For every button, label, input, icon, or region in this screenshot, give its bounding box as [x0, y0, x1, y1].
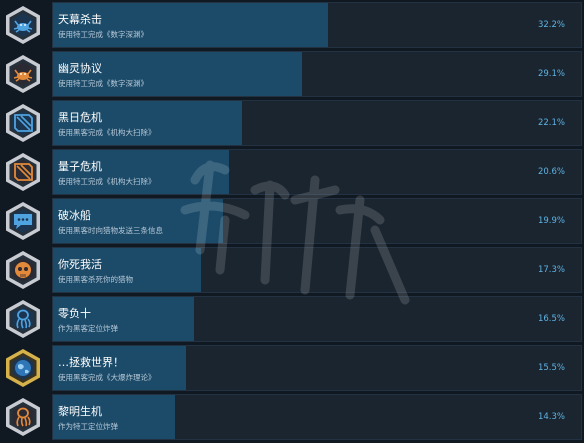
unlock-percentage: 15.5%: [537, 363, 565, 373]
unlock-percentage: 22.1%: [537, 118, 565, 128]
achievement-list: 天幕杀击 使用特工完成《数字深渊》 32.2% 幽灵协议 使用特工完成《数字深渊…: [0, 0, 584, 443]
achievement-icon-frame: [3, 5, 43, 45]
achievement-panel: 量子危机 使用特工完成《机构大扫除》 20.6%: [52, 149, 582, 195]
octopus-icon: [6, 300, 40, 338]
crab-icon: [6, 6, 40, 44]
achievement-panel: 零负十 作为黑客定位炸弹 16.5%: [52, 296, 582, 342]
achievement-icon-frame: [3, 54, 43, 94]
folded-flag-icon: [6, 104, 40, 142]
achievement-title: 天幕杀击: [58, 13, 102, 26]
achievement-icon-frame: [3, 103, 43, 143]
octopus-orange-icon: [6, 398, 40, 436]
achievement-title: 你死我活: [58, 258, 102, 271]
achievement-description: 作为特工定位炸弹: [58, 422, 118, 431]
achievement-panel: 你死我活 使用黑客杀死你的猎物 17.3%: [52, 247, 582, 293]
unlock-percentage: 20.6%: [537, 167, 565, 177]
achievement-icon-frame: [3, 299, 43, 339]
achievement-icon-frame: [3, 201, 43, 241]
achievement-title: 黑日危机: [58, 111, 102, 124]
achievement-panel: 天幕杀击 使用特工完成《数字深渊》 32.2%: [52, 2, 582, 48]
achievement-description: 使用特工完成《数字深渊》: [58, 79, 148, 88]
achievement-title: 幽灵协议: [58, 62, 102, 75]
achievement-icon-frame: [3, 152, 43, 192]
achievement-row[interactable]: 量子危机 使用特工完成《机构大扫除》 20.6%: [0, 149, 584, 195]
achievement-title: …拯救世界！: [58, 356, 124, 369]
crab-orange-icon: [6, 55, 40, 93]
folded-flag-orange-icon: [6, 153, 40, 191]
globe-icon: [6, 349, 40, 387]
unlock-percentage: 32.2%: [537, 20, 565, 30]
achievement-icon-frame: [3, 348, 43, 388]
unlock-percentage: 19.9%: [537, 216, 565, 226]
achievement-row[interactable]: …拯救世界！ 使用黑客完成《大爆炸理论》 15.5%: [0, 345, 584, 391]
achievement-row[interactable]: 天幕杀击 使用特工完成《数字深渊》 32.2%: [0, 2, 584, 48]
achievement-row[interactable]: 破冰船 使用黑客时向猎物发送三条信息 19.9%: [0, 198, 584, 244]
achievement-row[interactable]: 黎明生机 作为特工定位炸弹 14.3%: [0, 394, 584, 440]
achievement-description: 使用黑客时向猎物发送三条信息: [58, 226, 163, 235]
chat-bubble-icon: [6, 202, 40, 240]
skull-icon: [6, 251, 40, 289]
achievement-panel: 黑日危机 使用黑客完成《机构大扫除》 22.1%: [52, 100, 582, 146]
achievement-panel: 破冰船 使用黑客时向猎物发送三条信息 19.9%: [52, 198, 582, 244]
achievement-description: 使用特工完成《机构大扫除》: [58, 177, 156, 186]
achievement-panel: 幽灵协议 使用特工完成《数字深渊》 29.1%: [52, 51, 582, 97]
achievement-row[interactable]: 零负十 作为黑客定位炸弹 16.5%: [0, 296, 584, 342]
achievement-row[interactable]: 你死我活 使用黑客杀死你的猎物 17.3%: [0, 247, 584, 293]
achievement-title: 破冰船: [58, 209, 91, 222]
unlock-percentage: 17.3%: [537, 265, 565, 275]
achievement-panel: 黎明生机 作为特工定位炸弹 14.3%: [52, 394, 582, 440]
achievement-title: 零负十: [58, 307, 91, 320]
achievement-row[interactable]: 幽灵协议 使用特工完成《数字深渊》 29.1%: [0, 51, 584, 97]
unlock-percentage: 14.3%: [537, 412, 565, 422]
achievement-icon-frame: [3, 250, 43, 290]
achievement-description: 使用黑客完成《大爆炸理论》: [58, 373, 156, 382]
achievement-description: 使用黑客完成《机构大扫除》: [58, 128, 156, 137]
achievement-description: 使用黑客杀死你的猎物: [58, 275, 133, 284]
achievement-description: 使用特工完成《数字深渊》: [58, 30, 148, 39]
unlock-percentage: 29.1%: [537, 69, 565, 79]
achievement-title: 黎明生机: [58, 405, 102, 418]
achievement-row[interactable]: 黑日危机 使用黑客完成《机构大扫除》 22.1%: [0, 100, 584, 146]
achievement-icon-frame: [3, 397, 43, 437]
unlock-percentage: 16.5%: [537, 314, 565, 324]
achievement-panel: …拯救世界！ 使用黑客完成《大爆炸理论》 15.5%: [52, 345, 582, 391]
achievement-description: 作为黑客定位炸弹: [58, 324, 118, 333]
achievement-title: 量子危机: [58, 160, 102, 173]
